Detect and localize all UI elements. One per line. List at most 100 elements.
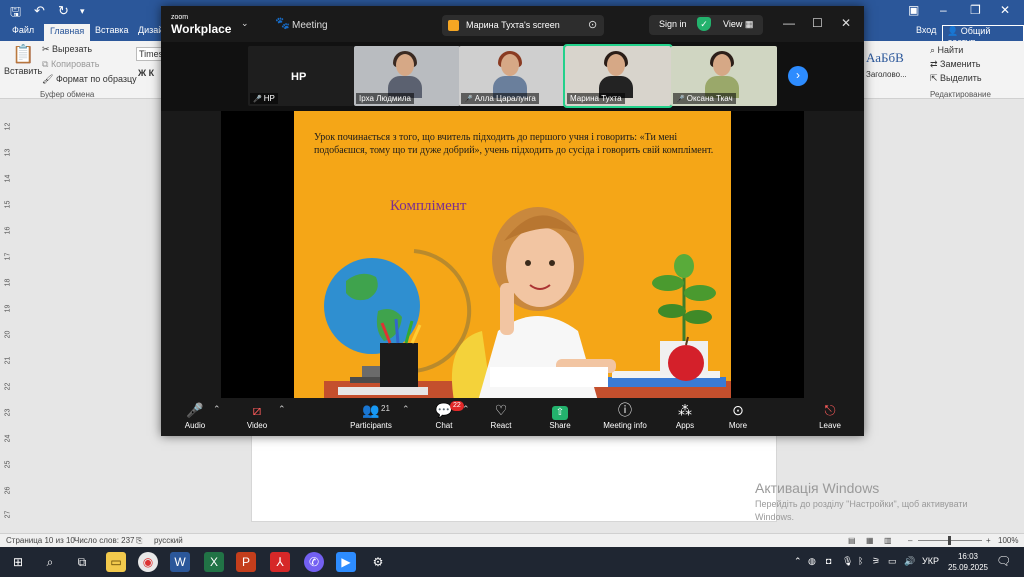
- word-count[interactable]: Число слов: 237: [74, 536, 134, 545]
- screen-share-indicator[interactable]: Марина Тухта's screen ⊙: [442, 15, 604, 36]
- word-app-icon[interactable]: W: [170, 552, 190, 572]
- participants-button[interactable]: 👥 21 Participants: [341, 402, 401, 430]
- react-button[interactable]: ♡ React: [471, 402, 531, 430]
- more-options-icon[interactable]: ⊙: [588, 18, 597, 31]
- battery-icon[interactable]: ▭: [888, 556, 897, 567]
- apps-label: Apps: [675, 421, 695, 430]
- replace-button[interactable]: ⇄ Заменить: [930, 59, 981, 70]
- sign-in-button[interactable]: Sign in: [659, 19, 687, 29]
- presentation-slide: Урок починається з того, що вчитель підх…: [294, 111, 731, 398]
- ruler-tick: 27: [4, 510, 12, 519]
- cursor-icon: ⇱: [930, 73, 941, 83]
- select-button[interactable]: ⇱ Выделить: [930, 73, 982, 84]
- security-shield-icon[interactable]: ✓: [697, 17, 711, 31]
- participant-tile[interactable]: 🎤 Алла Царалунга: [459, 46, 565, 106]
- powerpoint-app-icon[interactable]: P: [236, 552, 256, 572]
- leave-button[interactable]: ⎋ Leave: [800, 402, 860, 430]
- zoom-slider-thumb[interactable]: [948, 536, 951, 545]
- pdf-reader-icon[interactable]: ⅄: [270, 552, 290, 572]
- file-explorer-icon[interactable]: ▭: [106, 552, 126, 572]
- ribbon-display-icon[interactable]: ▣: [908, 3, 919, 17]
- volume-icon[interactable]: 🔊: [904, 556, 915, 567]
- apps-icon: ⁂: [678, 402, 692, 418]
- quick-access-dropdown-icon[interactable]: ▾: [80, 6, 85, 17]
- meeting-label[interactable]: Meeting: [292, 20, 328, 31]
- language-indicator[interactable]: русский: [154, 536, 183, 545]
- print-layout-icon[interactable]: ▦: [866, 536, 874, 545]
- participant-tile[interactable]: Ірха Людмила: [354, 46, 460, 106]
- keyboard-language[interactable]: УКР: [922, 556, 939, 566]
- paste-button[interactable]: Вставить: [4, 66, 42, 76]
- chevron-down-icon[interactable]: ⌄: [241, 18, 249, 29]
- zoom-app-icon[interactable]: ▶: [336, 552, 356, 572]
- ruler-tick: 24: [4, 434, 12, 443]
- style-heading[interactable]: Заголово...: [866, 70, 907, 79]
- system-clock[interactable]: 16:03 25.09.2025: [946, 551, 990, 573]
- read-mode-icon[interactable]: ▤: [848, 536, 856, 545]
- task-view-icon[interactable]: ⧉: [72, 552, 92, 572]
- sign-in-view-bar: Sign in ✓ View ▦: [649, 15, 763, 35]
- find-button[interactable]: ⌕ Найти: [930, 45, 963, 56]
- redo-icon[interactable]: ↻: [58, 3, 69, 19]
- tab-home[interactable]: Главная: [44, 24, 91, 41]
- style-sample[interactable]: АаБбВ: [866, 50, 904, 66]
- share-label: Share: [549, 421, 571, 430]
- meeting-info-button[interactable]: ⓘ Meeting info: [595, 402, 655, 430]
- ruler-tick: 23: [4, 408, 12, 417]
- paste-icon[interactable]: 📋: [12, 44, 34, 65]
- web-layout-icon[interactable]: ▥: [884, 536, 892, 545]
- windows-start-icon[interactable]: ⊞: [8, 552, 28, 572]
- tray-app-icon[interactable]: ◍: [808, 556, 816, 567]
- font-name-box[interactable]: Times: [136, 47, 162, 61]
- maximize-icon[interactable]: ☐: [812, 16, 823, 30]
- excel-app-icon[interactable]: X: [204, 552, 224, 572]
- tab-file[interactable]: Файл: [12, 25, 34, 35]
- zoom-in-icon[interactable]: +: [986, 536, 991, 545]
- network-icon[interactable]: ⚞: [872, 556, 880, 567]
- microphone-icon[interactable]: 🎙: [842, 556, 853, 567]
- zoom-level[interactable]: 100%: [998, 536, 1018, 545]
- copy-button[interactable]: ⧉ Копировать: [42, 59, 99, 70]
- participant-tile-hp[interactable]: HP 🎤 HP: [248, 46, 354, 106]
- ruler-tick: 22: [4, 382, 12, 391]
- participants-options-chevron-icon[interactable]: ⌃: [402, 404, 410, 415]
- more-button[interactable]: ⊙ More: [708, 402, 768, 430]
- audio-options-chevron-icon[interactable]: ⌃: [213, 404, 221, 415]
- proofing-icon[interactable]: ⎘: [136, 536, 142, 546]
- participant-video-person: [388, 51, 422, 98]
- login-link[interactable]: Вход: [916, 25, 936, 35]
- participant-tile[interactable]: 🎤 Оксана Ткач: [671, 46, 777, 106]
- tab-insert[interactable]: Вставка: [95, 25, 128, 35]
- tab-design[interactable]: Дизай: [138, 25, 163, 35]
- share-screen-button[interactable]: ⇧ Share: [530, 402, 590, 430]
- bold-italic-buttons[interactable]: Ж К: [138, 68, 154, 78]
- zoom-out-icon[interactable]: –: [908, 536, 912, 545]
- undo-icon[interactable]: ↶: [34, 3, 45, 19]
- bluetooth-icon[interactable]: ᛒ: [858, 556, 863, 566]
- page-count[interactable]: Страница 10 из 10: [6, 536, 75, 545]
- notification-icon[interactable]: 🗨: [996, 554, 1011, 568]
- apps-button[interactable]: ⁂ Apps: [655, 402, 715, 430]
- next-page-chevron-icon[interactable]: ›: [788, 66, 808, 86]
- settings-gear-icon[interactable]: ⚙: [368, 552, 388, 572]
- close-icon[interactable]: ✕: [841, 16, 851, 30]
- word-close-icon[interactable]: ✕: [1000, 3, 1010, 17]
- tray-expand-icon[interactable]: ⌃: [794, 556, 802, 567]
- word-minimize-icon[interactable]: –: [940, 3, 947, 17]
- participant-tile-active-speaker[interactable]: Марина Тухта: [563, 44, 673, 108]
- viber-icon[interactable]: ✆: [304, 552, 324, 572]
- word-restore-icon[interactable]: ❐: [970, 3, 981, 17]
- document-page[interactable]: [251, 430, 777, 522]
- format-painter-button[interactable]: 🖌 Формат по образцу: [42, 74, 137, 85]
- view-button[interactable]: View ▦: [723, 19, 753, 30]
- chat-label: Chat: [435, 421, 453, 430]
- cut-button[interactable]: ✂ Вырезать: [42, 44, 92, 55]
- search-icon[interactable]: ⌕: [40, 552, 60, 572]
- video-options-chevron-icon[interactable]: ⌃: [278, 404, 286, 415]
- participant-name: Ірха Людмила: [356, 93, 414, 104]
- minimize-icon[interactable]: —: [783, 16, 795, 30]
- participant-name: Марина Тухта: [567, 93, 625, 104]
- tray-zoom-icon[interactable]: ◘: [826, 556, 831, 566]
- chat-options-chevron-icon[interactable]: ⌃: [462, 404, 470, 415]
- chrome-icon[interactable]: ◉: [138, 552, 158, 572]
